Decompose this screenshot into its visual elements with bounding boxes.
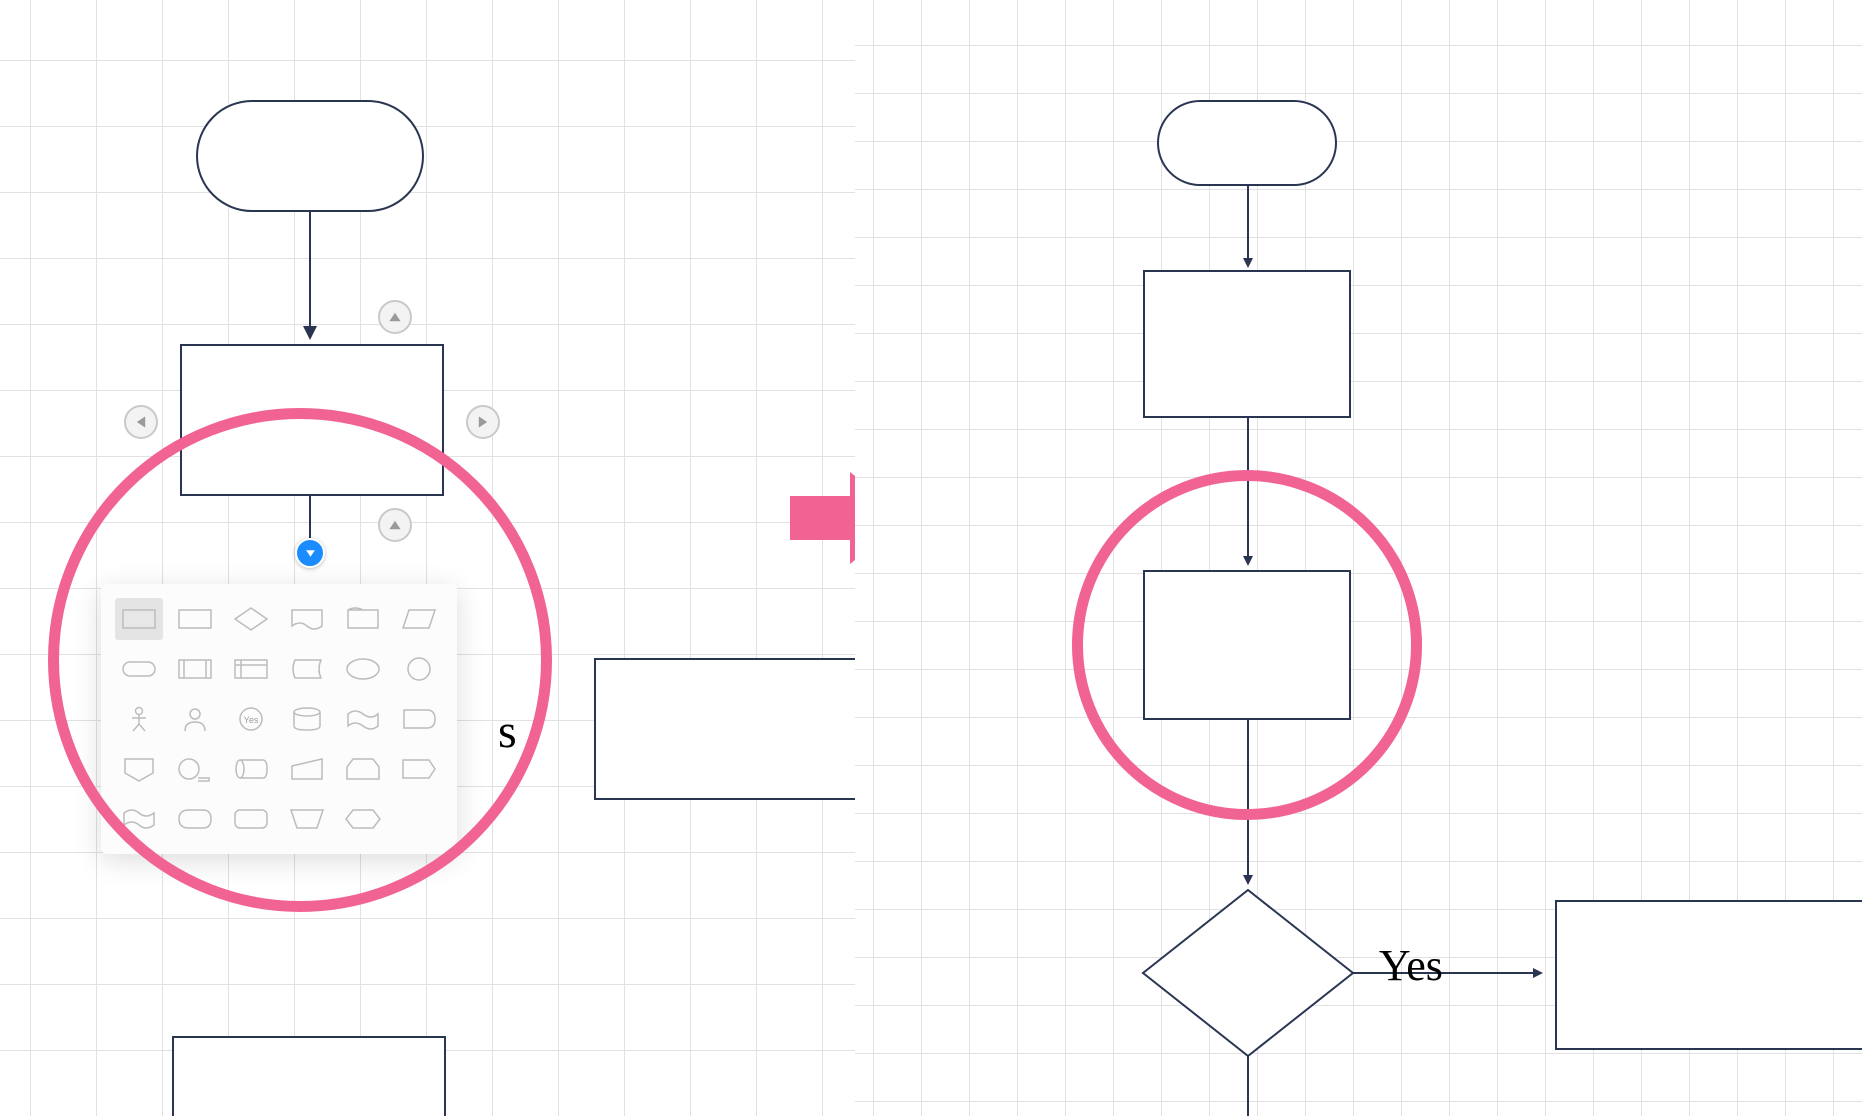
- shape-option-data[interactable]: [395, 598, 443, 640]
- process-shape-top[interactable]: [1143, 270, 1351, 418]
- shape-option-actor[interactable]: [115, 698, 163, 740]
- partial-label: s: [498, 704, 517, 759]
- diagram-comparison: s: [0, 0, 1862, 1116]
- terminator-shape[interactable]: [1157, 100, 1337, 186]
- decision-shape[interactable]: [1141, 888, 1355, 1058]
- connector: [1247, 1056, 1249, 1116]
- shape-option-preparation[interactable]: [339, 798, 387, 840]
- shape-option-stored-data[interactable]: [283, 648, 331, 690]
- arrow-right-icon: [1533, 968, 1543, 978]
- shape-option-summing[interactable]: [171, 748, 219, 790]
- shape-option-tape[interactable]: [339, 698, 387, 740]
- arrow-down-icon: [1243, 258, 1253, 268]
- shape-option-connector[interactable]: [395, 648, 443, 690]
- shape-option-process-outline[interactable]: [171, 598, 219, 640]
- arrow-down-icon: [1243, 556, 1253, 566]
- shape-option-document[interactable]: [283, 598, 331, 640]
- shape-option-offpage[interactable]: [115, 748, 163, 790]
- shape-option-terminator[interactable]: [115, 648, 163, 690]
- svg-text:Yes: Yes: [244, 715, 259, 725]
- connector: [1247, 720, 1249, 875]
- connector: [1247, 418, 1249, 556]
- shape-option-manual-input[interactable]: [283, 748, 331, 790]
- shape-option-predefined[interactable]: [171, 648, 219, 690]
- direction-handle-bottom[interactable]: [378, 508, 412, 542]
- arrow-down-icon: [303, 326, 317, 340]
- terminator-shape[interactable]: [196, 100, 424, 212]
- shape-option-display[interactable]: [171, 798, 219, 840]
- connector-stub: [309, 496, 311, 542]
- connector: [309, 212, 311, 328]
- yes-label: Yes: [1379, 940, 1443, 991]
- process-shape-right[interactable]: [594, 658, 858, 800]
- shape-option-annotation-yes[interactable]: Yes: [227, 698, 275, 740]
- process-shape-right[interactable]: [1555, 900, 1862, 1050]
- process-shape-bottom[interactable]: [172, 1036, 446, 1116]
- direction-handle-right[interactable]: [466, 405, 500, 439]
- shape-option-loop-limit[interactable]: [339, 748, 387, 790]
- direction-handle-top[interactable]: [378, 300, 412, 334]
- shape-option-database[interactable]: [283, 698, 331, 740]
- panel-before: s: [0, 0, 855, 1116]
- shape-option-step[interactable]: [395, 748, 443, 790]
- shape-option-card[interactable]: [339, 598, 387, 640]
- shape-option-ellipse[interactable]: [339, 648, 387, 690]
- shape-option-user[interactable]: [171, 698, 219, 740]
- canvas-right[interactable]: Yes: [855, 0, 1862, 1116]
- shape-option-manual-op[interactable]: [283, 798, 331, 840]
- active-connection-handle[interactable]: [295, 538, 325, 568]
- shape-option-internal-storage[interactable]: [227, 648, 275, 690]
- canvas-left[interactable]: s: [0, 0, 855, 1116]
- shape-option-direct-data[interactable]: [227, 748, 275, 790]
- shape-picker-popup[interactable]: Yes: [101, 584, 457, 854]
- shape-option-punched-tape[interactable]: [115, 798, 163, 840]
- direction-handle-left[interactable]: [124, 405, 158, 439]
- shape-option-rounded-rect[interactable]: [227, 798, 275, 840]
- shape-option-process[interactable]: [115, 598, 163, 640]
- connector: [1247, 186, 1249, 258]
- arrow-down-icon: [1243, 875, 1253, 885]
- process-shape-selected[interactable]: [180, 344, 444, 496]
- panel-after: Yes: [855, 0, 1862, 1116]
- shape-option-delay[interactable]: [395, 698, 443, 740]
- shape-option-decision[interactable]: [227, 598, 275, 640]
- process-shape-new[interactable]: [1143, 570, 1351, 720]
